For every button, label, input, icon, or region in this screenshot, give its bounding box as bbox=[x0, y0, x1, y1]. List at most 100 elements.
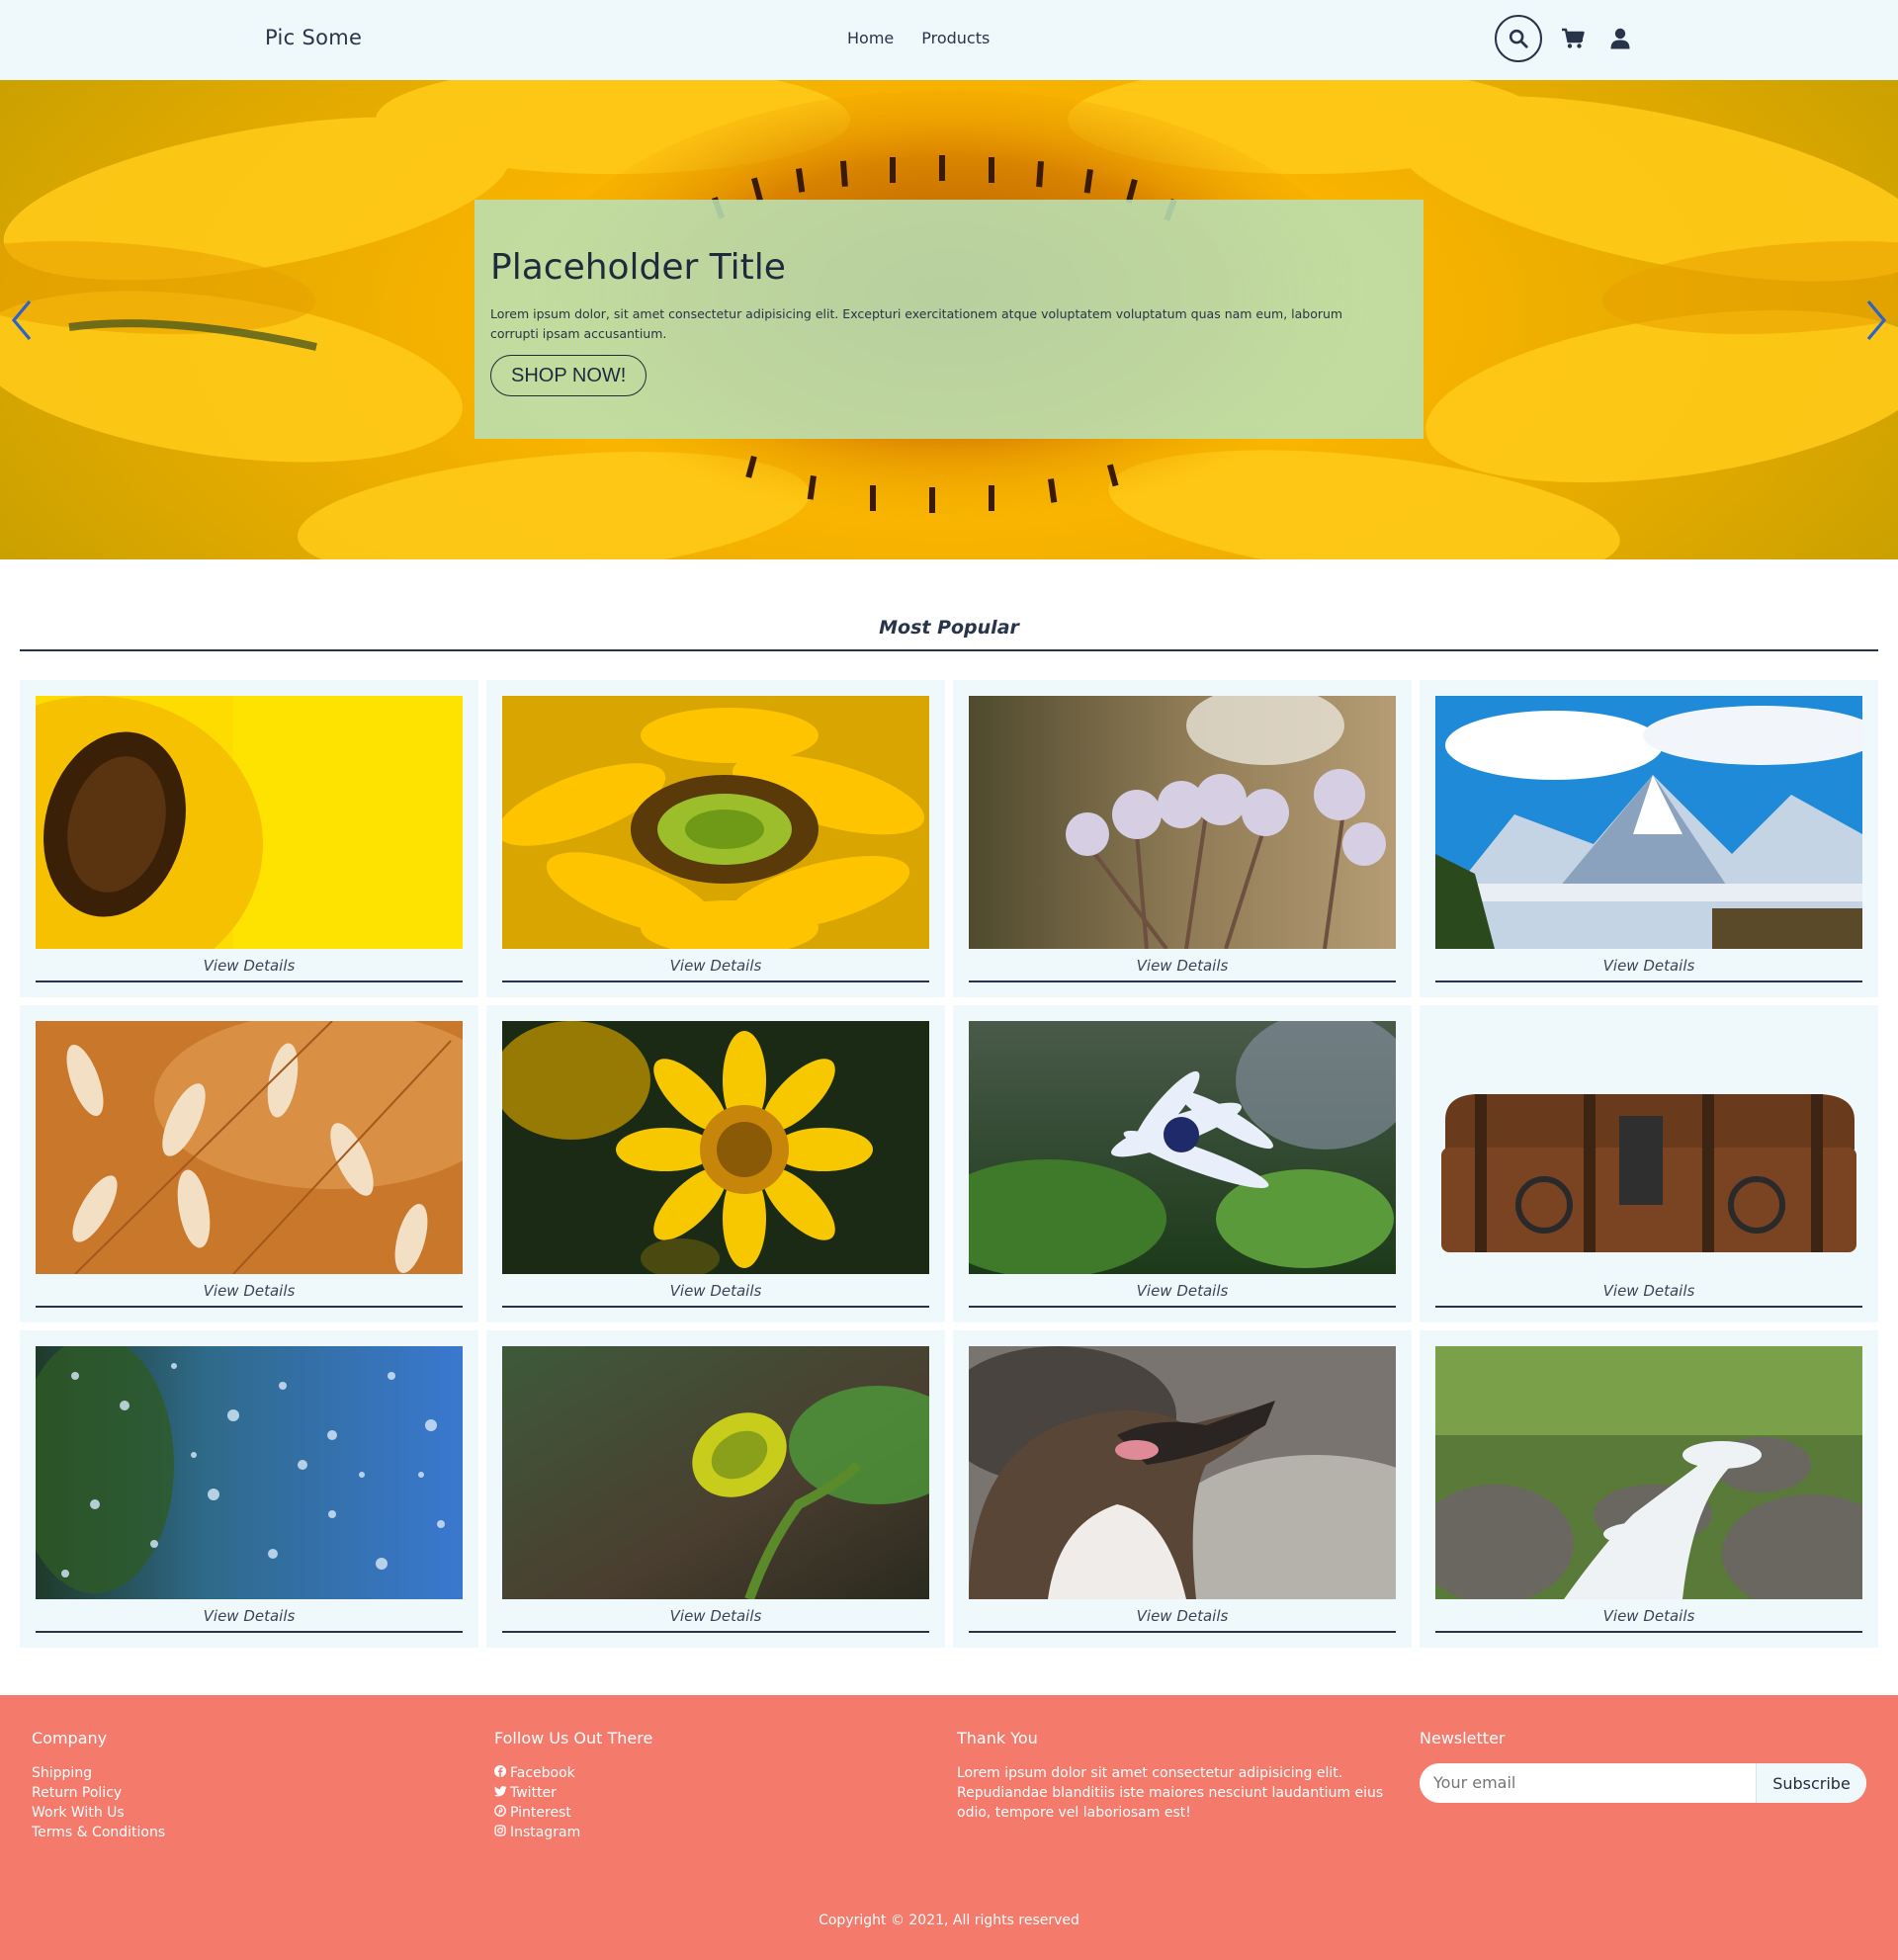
twitter-label: Twitter bbox=[510, 1785, 557, 1801]
search-icon bbox=[1509, 29, 1528, 48]
footer-thanks-column: Thank You Lorem ipsum dolor sit amet con… bbox=[957, 1729, 1392, 1823]
footer-company-column: Company Shipping Return Policy Work With… bbox=[32, 1729, 165, 1842]
footer-link-terms[interactable]: Terms & Conditions bbox=[32, 1823, 165, 1842]
view-details-link[interactable]: View Details bbox=[1435, 957, 1862, 975]
product-card[interactable]: View Details bbox=[953, 1330, 1412, 1648]
view-details-link[interactable]: View Details bbox=[969, 1282, 1396, 1300]
hero-caption-box: Placeholder Title Lorem ipsum dolor, sit… bbox=[474, 200, 1424, 439]
product-image[interactable] bbox=[502, 1346, 929, 1599]
product-image[interactable] bbox=[969, 1021, 1396, 1274]
product-image[interactable] bbox=[1435, 1021, 1862, 1274]
cart-button[interactable] bbox=[1559, 25, 1587, 52]
header-actions bbox=[1495, 15, 1632, 62]
footer-link-return-policy[interactable]: Return Policy bbox=[32, 1783, 165, 1803]
product-card[interactable]: View Details bbox=[20, 1005, 478, 1322]
card-underline bbox=[1435, 980, 1862, 982]
facebook-label: Facebook bbox=[510, 1765, 575, 1781]
nav-products-link[interactable]: Products bbox=[921, 29, 990, 47]
view-details-link[interactable]: View Details bbox=[36, 1607, 463, 1625]
chevron-left-icon[interactable] bbox=[8, 296, 38, 345]
card-underline bbox=[36, 1631, 463, 1633]
product-card[interactable]: View Details bbox=[486, 680, 945, 997]
view-details-link[interactable]: View Details bbox=[969, 1607, 1396, 1625]
view-details-link[interactable]: View Details bbox=[502, 1607, 929, 1625]
pinterest-icon bbox=[494, 1803, 508, 1823]
product-image[interactable] bbox=[969, 696, 1396, 949]
footer-link-pinterest[interactable]: Pinterest bbox=[494, 1803, 652, 1823]
site-footer: Company Shipping Return Policy Work With… bbox=[0, 1695, 1898, 1960]
card-underline bbox=[1435, 1306, 1862, 1308]
site-header: Pic Some Home Products bbox=[0, 0, 1898, 80]
instagram-icon bbox=[494, 1823, 508, 1842]
view-details-link[interactable]: View Details bbox=[502, 1282, 929, 1300]
subscribe-button[interactable]: Subscribe bbox=[1756, 1763, 1866, 1803]
view-details-link[interactable]: View Details bbox=[36, 1282, 463, 1300]
product-grid: View Details View Details View Details V… bbox=[20, 680, 1878, 1648]
product-image[interactable] bbox=[502, 696, 929, 949]
facebook-icon bbox=[494, 1763, 508, 1783]
footer-link-work-with-us[interactable]: Work With Us bbox=[32, 1803, 165, 1823]
product-card[interactable]: View Details bbox=[1420, 1005, 1878, 1322]
view-details-link[interactable]: View Details bbox=[969, 957, 1396, 975]
product-image[interactable] bbox=[36, 696, 463, 949]
product-card[interactable]: View Details bbox=[20, 680, 478, 997]
view-details-link[interactable]: View Details bbox=[36, 957, 463, 975]
newsletter-form: Subscribe bbox=[1420, 1763, 1866, 1803]
view-details-link[interactable]: View Details bbox=[502, 957, 929, 975]
view-details-link[interactable]: View Details bbox=[1435, 1607, 1862, 1625]
card-underline bbox=[502, 1631, 929, 1633]
card-underline bbox=[36, 980, 463, 982]
search-button[interactable] bbox=[1495, 15, 1542, 62]
account-button[interactable] bbox=[1608, 25, 1632, 52]
hero-description: Lorem ipsum dolor, sit amet consectetur … bbox=[490, 306, 1343, 341]
hero-carousel: Placeholder Title Lorem ipsum dolor, sit… bbox=[0, 80, 1898, 559]
footer-link-facebook[interactable]: Facebook bbox=[494, 1763, 652, 1783]
product-card[interactable]: View Details bbox=[1420, 1330, 1878, 1648]
footer-heading: Company bbox=[32, 1729, 108, 1747]
footer-link-instagram[interactable]: Instagram bbox=[494, 1823, 652, 1842]
product-image[interactable] bbox=[36, 1021, 463, 1274]
pinterest-label: Pinterest bbox=[510, 1805, 571, 1821]
product-card[interactable]: View Details bbox=[486, 1005, 945, 1322]
product-card[interactable]: View Details bbox=[1420, 680, 1878, 997]
card-underline bbox=[502, 1306, 929, 1308]
footer-heading: Follow Us Out There bbox=[494, 1729, 653, 1747]
footer-heading: Thank You bbox=[957, 1729, 1038, 1747]
view-details-link[interactable]: View Details bbox=[1435, 1282, 1862, 1300]
user-icon bbox=[1610, 28, 1630, 49]
section-title-most-popular: Most Popular bbox=[879, 617, 1019, 639]
card-underline bbox=[1435, 1631, 1862, 1633]
footer-link-shipping[interactable]: Shipping bbox=[32, 1763, 165, 1783]
nav-home-link[interactable]: Home bbox=[847, 29, 894, 47]
brand-logo[interactable]: Pic Some bbox=[265, 26, 362, 49]
copyright-text: Copyright © 2021, All rights reserved bbox=[819, 1913, 1079, 1928]
footer-thanks-text: Lorem ipsum dolor sit amet consectetur a… bbox=[957, 1765, 1384, 1821]
product-image[interactable] bbox=[36, 1346, 463, 1599]
product-card[interactable]: View Details bbox=[953, 680, 1412, 997]
card-underline bbox=[969, 980, 1396, 982]
section-divider bbox=[20, 649, 1878, 651]
cart-icon bbox=[1562, 28, 1585, 48]
chevron-right-icon[interactable] bbox=[1860, 296, 1890, 345]
newsletter-email-input[interactable] bbox=[1433, 1773, 1730, 1792]
product-image[interactable] bbox=[1435, 1346, 1862, 1599]
twitter-icon bbox=[494, 1783, 508, 1803]
footer-newsletter-column: Newsletter Subscribe bbox=[1420, 1729, 1866, 1803]
product-image[interactable] bbox=[1435, 696, 1862, 949]
footer-link-twitter[interactable]: Twitter bbox=[494, 1783, 652, 1803]
product-card[interactable]: View Details bbox=[953, 1005, 1412, 1322]
product-image[interactable] bbox=[502, 1021, 929, 1274]
card-underline bbox=[969, 1631, 1396, 1633]
instagram-label: Instagram bbox=[510, 1825, 581, 1840]
product-image[interactable] bbox=[969, 1346, 1396, 1599]
product-card[interactable]: View Details bbox=[20, 1330, 478, 1648]
card-underline bbox=[502, 980, 929, 982]
card-underline bbox=[36, 1306, 463, 1308]
hero-title: Placeholder Title bbox=[490, 247, 786, 288]
shop-now-button[interactable]: SHOP NOW! bbox=[490, 355, 647, 396]
footer-social-column: Follow Us Out There Facebook Twitter Pin… bbox=[494, 1729, 652, 1842]
card-underline bbox=[969, 1306, 1396, 1308]
main-nav: Home Products bbox=[847, 29, 990, 47]
product-card[interactable]: View Details bbox=[486, 1330, 945, 1648]
footer-heading: Newsletter bbox=[1420, 1729, 1506, 1747]
